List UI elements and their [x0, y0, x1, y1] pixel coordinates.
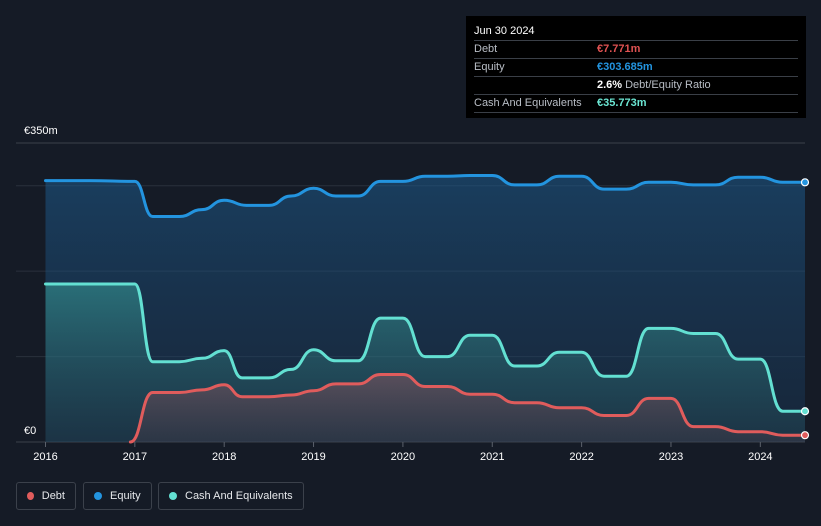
x-tick-label: 2022 — [569, 451, 593, 463]
legend-debt[interactable]: Debt — [16, 482, 76, 510]
tooltip-ratio-label: Debt/Equity Ratio — [625, 79, 711, 91]
tooltip-debt-row: Debt €7.771m — [474, 40, 798, 58]
x-tick-label: 2024 — [748, 451, 772, 463]
tooltip-cash-row: Cash And Equivalents €35.773m — [474, 94, 798, 113]
tooltip-equity-value: €303.685m — [597, 61, 653, 73]
tooltip-debt-label: Debt — [474, 43, 498, 55]
tooltip-ratio-value: 2.6% — [597, 79, 623, 91]
x-tick-label: 2021 — [480, 451, 504, 463]
tooltip-equity-row: Equity €303.685m — [474, 58, 798, 76]
legend-equity[interactable]: Equity — [83, 482, 152, 510]
x-tick-label: 2023 — [659, 451, 683, 463]
legend-debt-label: Debt — [41, 490, 65, 502]
legend-cash-label: Cash And Equivalents — [185, 490, 293, 502]
legend-equity-dot — [94, 492, 102, 500]
tooltip-date: Jun 30 2024 — [474, 25, 535, 37]
chart-tooltip: Jun 30 2024 Debt €7.771m Equity €303.685… — [466, 16, 806, 118]
tooltip-cash-label: Cash And Equivalents — [474, 97, 582, 109]
y-axis-bottom-label: €0 — [24, 425, 37, 437]
x-tick-label: 2018 — [212, 451, 236, 463]
x-tick-label: 2017 — [123, 451, 147, 463]
tooltip-equity-label: Equity — [474, 61, 505, 73]
x-tick-label: 2016 — [33, 451, 57, 463]
legend-cash-dot — [169, 492, 177, 500]
cash-end-point — [800, 407, 810, 416]
tooltip-cash-value: €35.773m — [597, 97, 647, 109]
tooltip-debt-value: €7.771m — [597, 43, 641, 55]
x-tick-label: 2019 — [301, 451, 325, 463]
legend-equity-label: Equity — [110, 490, 141, 502]
legend-debt-dot — [27, 492, 34, 500]
legend-cash[interactable]: Cash And Equivalents — [158, 482, 304, 510]
x-tick-label: 2020 — [391, 451, 415, 463]
equity-end-point — [800, 178, 810, 187]
y-axis-top-label: €350m — [24, 125, 58, 137]
debt-end-point — [800, 431, 810, 440]
tooltip-ratio-row: 2.6% Debt/Equity Ratio — [474, 76, 798, 94]
